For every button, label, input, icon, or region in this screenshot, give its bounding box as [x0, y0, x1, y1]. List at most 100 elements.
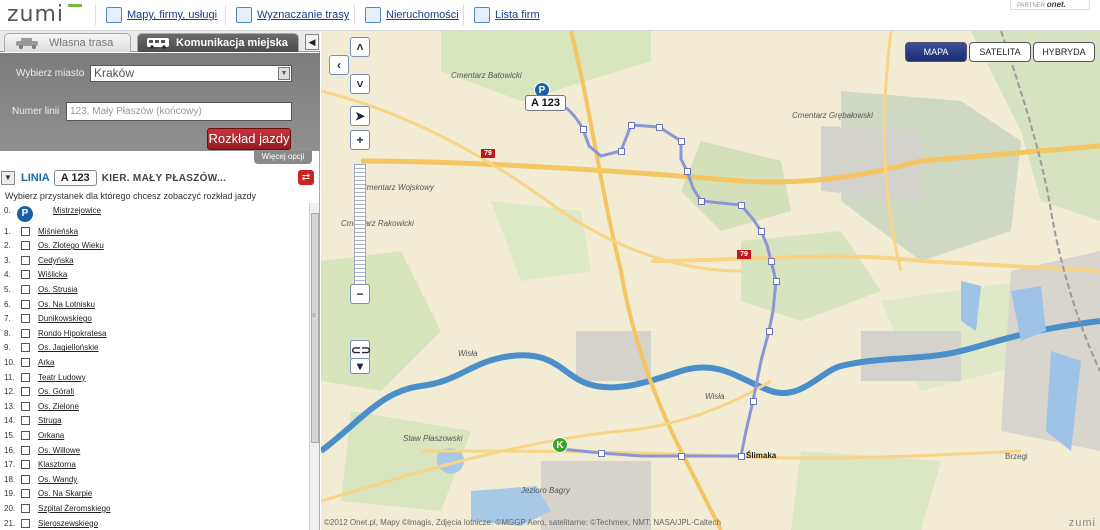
stop-list-item[interactable]: 14. Struga [0, 414, 300, 428]
stop-checkbox[interactable] [21, 460, 30, 470]
pan-up-button[interactable]: ˄ [350, 37, 370, 57]
route-stop-square[interactable] [618, 148, 625, 155]
stop-name-link[interactable]: Teatr Ludowy [38, 373, 86, 382]
stop-name-link[interactable]: Orkana [38, 431, 64, 440]
stop-checkbox[interactable] [21, 416, 30, 426]
route-stop-square[interactable] [628, 122, 635, 129]
stop-name-link[interactable]: Os. Willowe [38, 446, 80, 455]
more-options-button[interactable]: Więcej opcji [254, 151, 312, 164]
nav-companies-link[interactable]: Lista firm [474, 5, 540, 25]
map-type-mapa[interactable]: MAPA [905, 42, 967, 62]
route-stop-square[interactable] [684, 168, 691, 175]
stop-checkbox[interactable] [21, 357, 30, 367]
stop-list-item[interactable]: 12. Os. Górali [0, 385, 300, 399]
stop-name-link[interactable]: Sieroszewskiego [38, 519, 98, 528]
nav-maps-link[interactable]: Mapy, firmy, usługi [106, 5, 217, 25]
chevron-down-icon[interactable]: ▾ [350, 358, 370, 374]
map-type-satelita[interactable]: SATELITA [969, 42, 1031, 62]
stop-checkbox[interactable] [21, 445, 30, 455]
route-stop-square[interactable] [678, 453, 685, 460]
stop-name-link[interactable]: Os. Złotego Wieku [38, 241, 104, 250]
collapse-panel-button[interactable]: ◀ [305, 34, 319, 50]
stop-list-item[interactable]: 9. Os. Jagiellońskie [0, 341, 300, 355]
stop-name-link[interactable]: Wiślicka [38, 270, 67, 279]
route-stop-square[interactable] [766, 328, 773, 335]
route-stop-square[interactable] [598, 450, 605, 457]
stop-name-link[interactable]: Szpital Żeromskiego [38, 504, 110, 513]
schedule-button[interactable]: Rozkład jazdy [207, 128, 291, 150]
stop-list-item[interactable]: 20. Szpital Żeromskiego [0, 501, 300, 515]
stop-list-item[interactable]: 10. Arka [0, 355, 300, 369]
stop-checkbox[interactable] [21, 401, 30, 411]
map-type-hybryda[interactable]: HYBRYDA [1033, 42, 1095, 62]
stop-list-item[interactable]: 18. Os. Wandy [0, 472, 300, 486]
route-stop-square[interactable] [738, 202, 745, 209]
stop-list-item[interactable]: 1. Miśnieńska [0, 224, 300, 238]
pan-left-button[interactable]: ‹ [329, 55, 349, 75]
stop-name-link[interactable]: Os. Wandy [38, 475, 77, 484]
stop-checkbox[interactable] [21, 241, 30, 251]
stop-name-link[interactable]: Klasztorna [38, 460, 76, 469]
stop-name-link[interactable]: Os. Na Lotnisku [38, 300, 95, 309]
route-stop-square[interactable] [580, 126, 587, 133]
route-stop-square[interactable] [698, 198, 705, 205]
stop-name-link[interactable]: Os. Zielone [38, 402, 79, 411]
route-stop-square[interactable] [738, 453, 745, 460]
stop-name-link[interactable]: Os. Jagiellońskie [38, 343, 98, 352]
stop-list-item[interactable]: 6. Os. Na Lotnisku [0, 297, 300, 311]
stop-list-item[interactable]: 5. Os. Strusia [0, 282, 300, 296]
zumi-logo[interactable]: zumi [7, 2, 82, 27]
stop-list-item[interactable]: 0. Mistrzejowice [0, 203, 300, 217]
stop-name-link[interactable]: Mistrzejowice [53, 206, 101, 215]
stop-list-item[interactable]: 19. Os. Na Skarpie [0, 487, 300, 501]
stop-checkbox[interactable] [21, 503, 30, 513]
stop-checkbox[interactable] [21, 284, 30, 294]
stop-checkbox[interactable] [21, 328, 30, 338]
stop-list-scrollbar[interactable]: ≡ [309, 203, 319, 530]
tab-own-route[interactable]: Własna trasa [4, 33, 131, 52]
stop-list-item[interactable]: 16. Os. Willowe [0, 443, 300, 457]
zoom-in-button[interactable]: + [350, 130, 370, 150]
pan-down-button[interactable]: ˅ [350, 74, 370, 94]
stop-name-link[interactable]: Dunikowskiego [38, 314, 92, 323]
stop-name-link[interactable]: Os. Górali [38, 387, 74, 396]
zoom-slider[interactable] [354, 164, 366, 289]
zoom-out-button[interactable]: − [350, 284, 370, 304]
stop-list-item[interactable]: 7. Dunikowskiego [0, 312, 300, 326]
stop-checkbox[interactable] [21, 474, 30, 484]
route-end-marker[interactable]: K [552, 437, 568, 453]
stop-list-item[interactable]: 15. Orkana [0, 428, 300, 442]
stop-name-link[interactable]: Os. Na Skarpie [38, 489, 92, 498]
link-icon[interactable]: ⊂⊃ [350, 340, 371, 360]
stop-list-item[interactable]: 2. Os. Złotego Wieku [0, 239, 300, 253]
stop-checkbox[interactable] [21, 226, 30, 236]
stop-checkbox[interactable] [21, 270, 30, 280]
stop-name-link[interactable]: Rondo Hipokratesa [38, 329, 106, 338]
tab-public-transport[interactable]: Komunikacja miejska [137, 33, 299, 52]
stop-list-item[interactable]: 21. Sieroszewskiego [0, 516, 300, 530]
locate-button[interactable]: ➤ [350, 106, 370, 126]
stop-checkbox[interactable] [21, 387, 30, 397]
expand-icon[interactable]: ▼ [1, 171, 15, 185]
nav-route-link[interactable]: Wyznaczanie trasy [236, 5, 349, 25]
stop-checkbox[interactable] [21, 314, 30, 324]
stop-checkbox[interactable] [21, 489, 30, 499]
stop-checkbox[interactable] [21, 343, 30, 353]
route-stop-square[interactable] [678, 138, 685, 145]
map-view[interactable]: Cmentarz Batowicki Cmentarz Grębałowski … [321, 31, 1100, 530]
stop-list-item[interactable]: 4. Wiślicka [0, 268, 300, 282]
route-stop-square[interactable] [750, 398, 757, 405]
partner-badge[interactable]: PARTNER onet. [1010, 0, 1090, 10]
stop-list-item[interactable]: 3. Cedyńska [0, 253, 300, 267]
stop-list-item[interactable]: 11. Teatr Ludowy [0, 370, 300, 384]
stop-name-link[interactable]: Miśnieńska [38, 227, 78, 236]
reverse-direction-button[interactable]: ⇄ [298, 170, 314, 185]
city-select[interactable]: Kraków ▼ [90, 65, 292, 82]
stop-checkbox[interactable] [21, 372, 30, 382]
stop-checkbox[interactable] [21, 430, 30, 440]
stop-list-item[interactable]: 8. Rondo Hipokratesa [0, 326, 300, 340]
stop-checkbox[interactable] [21, 255, 30, 265]
nav-realestate-link[interactable]: Nieruchomości [365, 5, 459, 25]
stop-list-item[interactable]: 13. Os. Zielone [0, 399, 300, 413]
stop-list-item[interactable]: 17. Klasztorna [0, 458, 300, 472]
